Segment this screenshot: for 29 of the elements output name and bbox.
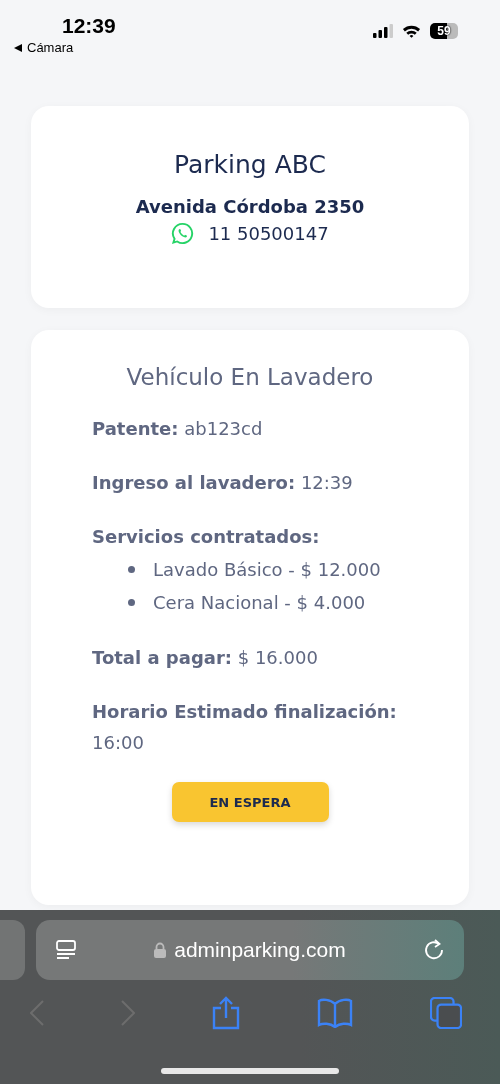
signal-icon [373, 24, 393, 38]
book-icon[interactable] [317, 998, 353, 1028]
service-item: Lavado Básico - $ 12.000 [153, 558, 381, 582]
back-triangle-icon [14, 43, 22, 52]
chat-phone-icon [171, 222, 195, 245]
detail-line: Total a pagar: $ 16.000 [92, 646, 319, 670]
service-item: Cera Nacional - $ 4.000 [153, 591, 366, 615]
back-to-app-link[interactable]: Cámara [14, 40, 74, 55]
tabs-icon[interactable] [430, 997, 462, 1029]
bullet-icon [128, 599, 135, 606]
detail-line: Patente: ab123cd [92, 417, 264, 441]
card-title: Vehículo En Lavadero [125, 364, 375, 390]
detail-line: Ingreso al lavadero: 12:39 [92, 471, 354, 495]
lock-icon [154, 942, 167, 958]
detail-line: Horario Estimado finalización: 16:00 [92, 700, 398, 755]
url-text: adminparking.com [174, 938, 346, 962]
clock-time: 12:39 [62, 14, 116, 38]
status-button[interactable]: EN ESPERA [171, 782, 329, 822]
reader-icon[interactable] [54, 938, 78, 962]
phone-number: 11 50500147 [208, 223, 329, 244]
business-name: Parking ABC [174, 150, 326, 179]
wifi-icon [402, 24, 421, 38]
reload-icon[interactable] [422, 938, 446, 962]
business-address: Avenida Córdoba 2350 [135, 196, 365, 217]
detail-label: Servicios contratados: [92, 525, 321, 549]
share-icon[interactable] [212, 996, 240, 1030]
address-bar[interactable]: adminparking.com [36, 920, 464, 980]
bullet-icon [128, 566, 135, 573]
previous-tab-bar[interactable] [0, 920, 25, 980]
